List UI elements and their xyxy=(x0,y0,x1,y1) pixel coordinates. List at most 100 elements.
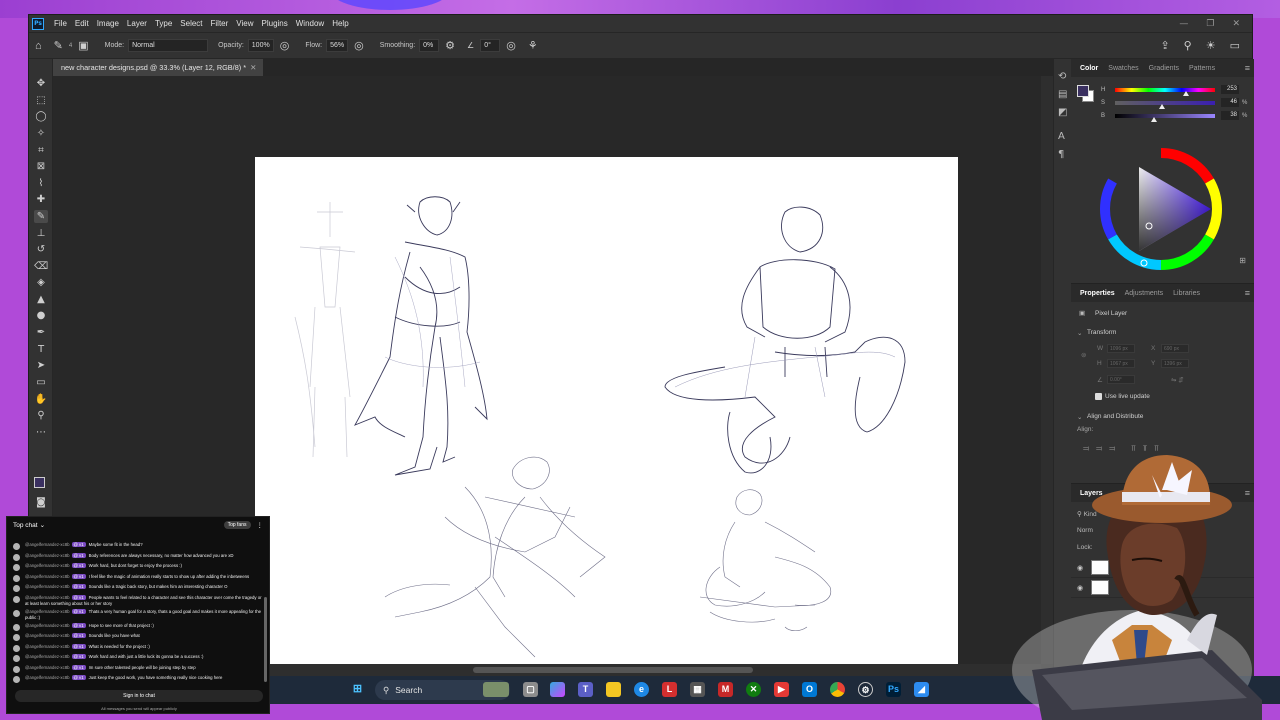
type-tool-icon[interactable]: T xyxy=(34,343,48,356)
menu-window[interactable]: Window xyxy=(292,19,328,28)
menu-file[interactable]: File xyxy=(50,19,71,28)
marquee-tool-icon[interactable]: ⬚ xyxy=(34,94,48,107)
flip-icons[interactable]: ⇋ ⇵ xyxy=(1171,376,1184,384)
live-update-checkbox[interactable] xyxy=(1095,393,1102,400)
move-tool-icon[interactable]: ✥ xyxy=(34,77,48,90)
hue-value[interactable]: 253 xyxy=(1221,85,1239,94)
menu-image[interactable]: Image xyxy=(93,19,123,28)
frame-tool-icon[interactable]: ⊠ xyxy=(34,160,48,173)
airbrush-icon[interactable]: ◎ xyxy=(354,39,364,52)
edge-icon[interactable]: e xyxy=(634,682,649,697)
character-panel-icon[interactable]: A xyxy=(1058,131,1065,142)
top-fans-pill[interactable]: Top fans xyxy=(223,521,251,529)
quick-select-tool-icon[interactable]: ✧ xyxy=(34,127,48,140)
panel-menu-icon[interactable]: ≡ xyxy=(1245,63,1254,73)
settings-icon[interactable]: ⚙ xyxy=(858,682,873,697)
brightness-value[interactable]: 38 xyxy=(1221,111,1239,120)
drawing-canvas[interactable] xyxy=(255,157,958,700)
brush-size-value[interactable]: 4 xyxy=(69,43,72,49)
menu-help[interactable]: Help xyxy=(328,19,352,28)
tab-libraries[interactable]: Libraries xyxy=(1168,290,1205,297)
saturation-knob[interactable] xyxy=(1159,103,1165,109)
healing-tool-icon[interactable]: ✚ xyxy=(34,193,48,206)
color-wheel[interactable] xyxy=(1099,147,1223,271)
youtube-icon[interactable]: ▶ xyxy=(774,682,789,697)
quick-mask-icon[interactable]: ◙ xyxy=(34,496,48,509)
tab-adjustments[interactable]: Adjustments xyxy=(1120,290,1169,297)
discover-icon[interactable]: ☀ xyxy=(1206,39,1216,52)
maximize-button[interactable]: ❐ xyxy=(1206,19,1214,29)
horizontal-scroll-thumb[interactable] xyxy=(473,667,753,673)
menu-plugins[interactable]: Plugins xyxy=(258,19,292,28)
eyedropper-tool-icon[interactable]: ⌇ xyxy=(34,177,48,190)
angle-field[interactable]: 0° xyxy=(480,39,501,52)
hand-tool-icon[interactable]: ✋ xyxy=(34,393,48,406)
width-field[interactable]: 1096 px xyxy=(1107,344,1135,353)
mode-select[interactable]: Normal xyxy=(128,39,209,52)
stamp-tool-icon[interactable]: ⊥ xyxy=(34,227,48,240)
menu-select[interactable]: Select xyxy=(176,19,206,28)
path-select-tool-icon[interactable]: ➤ xyxy=(34,359,48,372)
copilot-icon[interactable] xyxy=(550,682,565,697)
chat-user[interactable]: @angelfernandez-xc8b xyxy=(25,665,70,670)
xbox-icon[interactable]: ✕ xyxy=(746,682,761,697)
photoshop-taskbar-icon[interactable]: Ps xyxy=(886,682,901,697)
foreground-color-swatch[interactable] xyxy=(34,477,45,488)
teams-icon[interactable]: T xyxy=(578,682,593,697)
align-chevron-icon[interactable]: ⌄ xyxy=(1077,413,1082,421)
brush-tool-icon[interactable]: ✎ xyxy=(34,210,48,223)
task-view-icon[interactable]: ▢ xyxy=(523,682,538,697)
lasso-tool-icon[interactable]: ◯ xyxy=(34,110,48,123)
menu-type[interactable]: Type xyxy=(151,19,176,28)
adjust-panel-icon[interactable]: ◩ xyxy=(1058,107,1067,118)
chat-user[interactable]: @angelfernandez-xc8b xyxy=(25,609,70,614)
tab-gradients[interactable]: Gradients xyxy=(1144,65,1184,72)
mcafee-icon[interactable]: M xyxy=(718,682,733,697)
height-field[interactable]: 1067 px xyxy=(1107,359,1135,368)
more-tools-icon[interactable]: ⋯ xyxy=(34,426,48,439)
smoothing-field[interactable]: 0% xyxy=(419,39,440,52)
history-brush-tool-icon[interactable]: ↺ xyxy=(34,243,48,256)
saturation-value[interactable]: 46 xyxy=(1221,98,1239,107)
paragraph-panel-icon[interactable]: ¶ xyxy=(1058,149,1064,160)
chrome-icon[interactable] xyxy=(830,682,845,697)
chat-user[interactable]: @angelfernandez-xc8b xyxy=(25,633,70,638)
transform-chevron-icon[interactable]: ⌄ xyxy=(1077,329,1082,337)
comments-panel-icon[interactable]: ▤ xyxy=(1058,89,1067,100)
workspace-icon[interactable]: ▭ xyxy=(1230,39,1240,52)
outlook-icon[interactable]: O xyxy=(802,682,817,697)
chat-user[interactable]: @angelfernandez-xc8b xyxy=(25,595,70,600)
tab-swatches[interactable]: Swatches xyxy=(1103,65,1143,72)
properties-menu-icon[interactable]: ≡ xyxy=(1245,288,1254,298)
minimize-button[interactable]: — xyxy=(1179,19,1188,29)
chat-user[interactable]: @angelfernandez-xc8b xyxy=(25,553,70,558)
chat-user[interactable]: @angelfernandez-xc8b xyxy=(25,584,70,589)
windows-start-icon[interactable]: ⊞ xyxy=(350,682,365,697)
chat-menu-icon[interactable]: ⋮ xyxy=(257,521,264,529)
chat-title[interactable]: Top chat xyxy=(13,522,38,529)
sign-in-button[interactable]: Sign in to chat xyxy=(15,690,263,702)
chat-user[interactable]: @angelfernandez-xc8b xyxy=(25,563,70,568)
hue-knob[interactable] xyxy=(1183,90,1189,96)
tab-patterns[interactable]: Patterns xyxy=(1184,65,1220,72)
live-update-row[interactable]: Use live update xyxy=(1095,393,1150,400)
rectangle-tool-icon[interactable]: ▭ xyxy=(34,376,48,389)
pen-tool-icon[interactable]: ✒ xyxy=(34,326,48,339)
x-field[interactable]: 690 px xyxy=(1161,344,1189,353)
flow-field[interactable]: 56% xyxy=(326,39,349,52)
close-tab-icon[interactable]: ✕ xyxy=(250,63,256,72)
symmetry-icon[interactable]: ⚘ xyxy=(528,39,538,52)
add-swatch-icon[interactable]: ⊞ xyxy=(1239,256,1246,265)
menu-view[interactable]: View xyxy=(232,19,257,28)
menu-edit[interactable]: Edit xyxy=(71,19,93,28)
eraser-tool-icon[interactable]: ⌫ xyxy=(34,260,48,273)
chat-user[interactable]: @angelfernandez-xc8b xyxy=(25,623,70,628)
paint-bucket-tool-icon[interactable]: ◈ xyxy=(34,276,48,289)
link-icon[interactable]: ⊚ xyxy=(1081,351,1086,359)
home-icon[interactable]: ⌂ xyxy=(35,40,42,52)
tab-color[interactable]: Color xyxy=(1075,65,1103,72)
brush-tool-icon[interactable]: ✎ xyxy=(54,39,63,52)
saturation-slider[interactable] xyxy=(1115,100,1215,109)
pressure-size-icon[interactable]: ◎ xyxy=(506,39,516,52)
opacity-field[interactable]: 100% xyxy=(247,39,274,52)
